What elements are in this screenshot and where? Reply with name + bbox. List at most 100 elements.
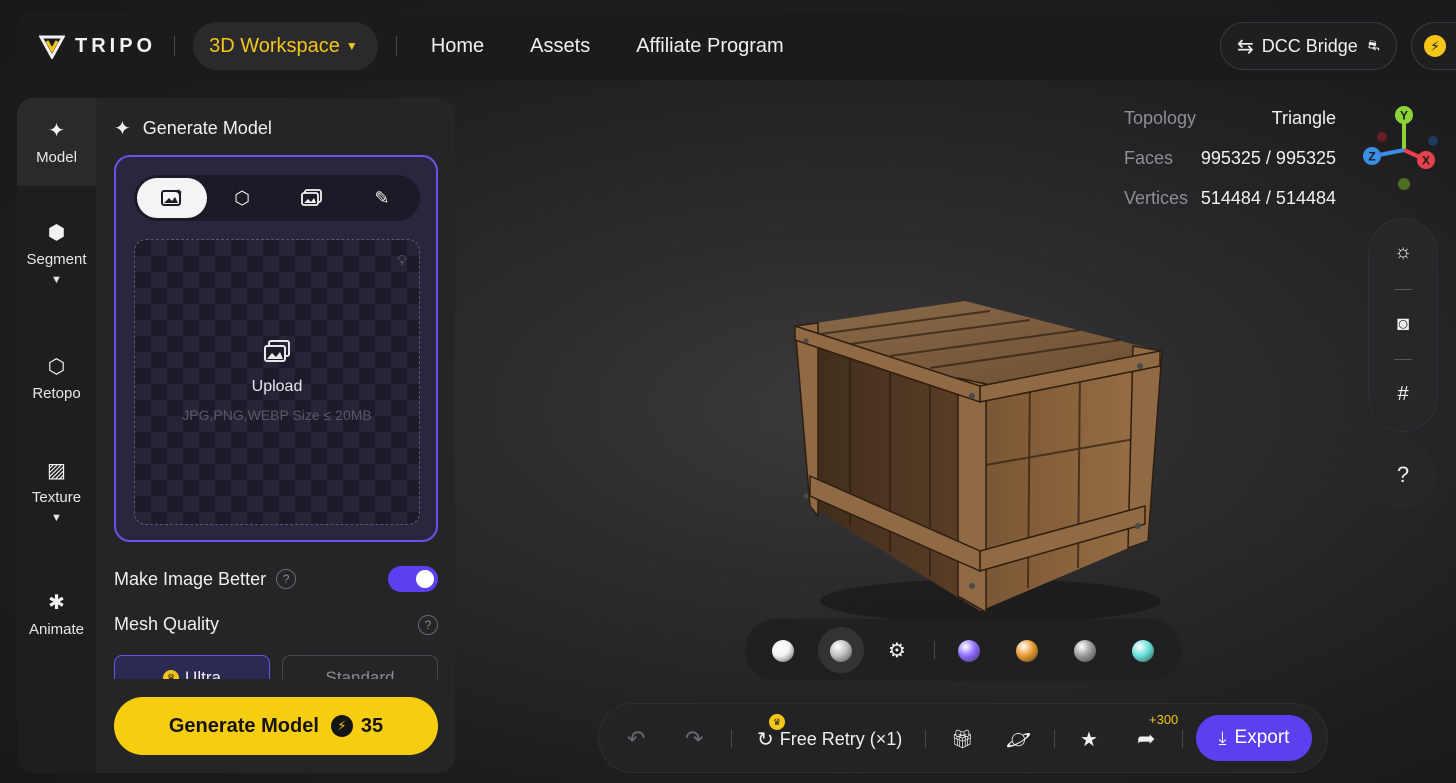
tab-text[interactable]: ✎ [347,178,417,218]
share-arrow-icon: ➦ [1137,726,1156,751]
quality-label: Ultra [185,668,221,679]
make-better-toggle[interactable] [388,566,438,592]
axis-gizmo[interactable]: Y X Z [1360,104,1440,194]
viewport-tools: ☼ ◙ # [1369,219,1437,431]
material-settings-sliders-icon[interactable]: ⚙︎ [888,638,906,663]
upload-label: Upload [251,378,303,395]
quality-options: ♛ Ultra Standard [114,655,438,679]
upload-dropzone[interactable]: 💡︎ Upload JPG,PNG,WEBP Size ≤ 20MB [134,239,420,525]
dcc-bridge-button[interactable]: ⇆ DCC Bridge ⛐ [1220,22,1397,70]
images-icon [301,189,322,206]
export-label: Export [1234,727,1290,748]
dcc-bridge-label: DCC Bridge [1261,35,1358,56]
sparkles-icon: ✦ [48,120,65,142]
mesh-icon: ⬡ [47,356,66,378]
divider [1394,289,1412,290]
workspace-label: 3D Workspace [209,34,340,57]
rail-item-label: Model [36,149,77,166]
tab-batch-images[interactable] [277,178,347,218]
material-roughness-ball[interactable] [1074,640,1096,662]
material-metal-ball[interactable] [830,640,852,662]
logo-text: TRIPO [75,34,157,57]
redo-button[interactable]: ↷ [685,704,703,774]
credits-button[interactable]: ⚡ [1411,22,1456,70]
camera-rotate-icon: ◙ [1396,313,1410,335]
undo-button[interactable]: ↶ [627,704,645,774]
lightbulb-icon[interactable]: 💡︎ [397,252,407,269]
stat-faces: Faces 995325 / 995325 [1124,138,1336,178]
share-bonus-badge: +300 [1149,712,1179,727]
quality-ultra-button[interactable]: ♛ Ultra [114,655,270,679]
stat-label: Topology [1124,107,1197,128]
divider [395,36,397,56]
wooden-crate-model[interactable] [790,296,1170,622]
stat-label: Vertices [1124,187,1189,208]
planet-icon: 🪐︎ [1006,728,1032,751]
neg-y-handle[interactable] [1398,178,1410,190]
grid-icon: # [1397,383,1409,405]
cube-icon: ⬢ [47,222,66,244]
upload-image-icon [135,340,419,371]
material-base-color-ball[interactable] [1016,640,1038,662]
favorite-button[interactable]: ★ [1080,704,1098,774]
rail-item-label: Retopo [32,385,81,402]
rail-item-animate[interactable]: ✱ Animate [17,590,96,638]
make-better-label: Make Image Better [114,568,267,589]
nav-assets[interactable]: Assets [530,35,590,58]
stat-value: 514484 / 514484 [1200,187,1336,208]
help-icon[interactable]: ? [276,569,297,589]
grid-toggle-button[interactable]: # [1369,383,1437,406]
z-axis-label: Z [1368,150,1375,164]
camera-reset-button[interactable]: ◙ [1369,313,1437,336]
action-bar: ↶ ↷ ♛ ↻ Free Retry (×1) 🎁︎ 🪐︎ ★ ➦ +300 ⤓… [598,703,1328,773]
star-icon: ★ [1080,728,1098,751]
x-axis-label: X [1422,154,1430,168]
pencil-icon: ✎ [374,187,390,208]
tab-multiview[interactable]: ⬡ [207,178,277,218]
neg-x-handle[interactable] [1377,132,1387,142]
download-icon: ⤓ [1218,727,1227,748]
toggle-knob [416,570,434,588]
free-retry-button[interactable]: ↻ Free Retry (×1) [757,704,902,774]
help-icon[interactable]: ? [418,614,438,635]
generate-panel: ✦ Generate Model ⬡ ✎ 💡︎ Upload JPG,PNG,W… [96,98,455,773]
retry-icon: ↻ [757,728,774,751]
rail-item-retopo[interactable]: ⬡ Retopo [17,354,96,402]
material-normal-ball[interactable] [958,640,980,662]
workspace-dropdown[interactable]: 3D Workspace ▼ [193,22,378,70]
generate-model-button[interactable]: Generate Model ⚡ 35 [114,697,438,755]
material-wireframe-ball[interactable] [1132,640,1154,662]
stat-value: 995325 / 995325 [1200,147,1336,168]
rail-item-texture[interactable]: ▨ Texture ▼ [17,458,96,524]
lighting-button[interactable]: ☼ [1369,241,1437,264]
neg-z-handle[interactable] [1428,136,1438,146]
top-bar: TRIPO 3D Workspace ▼ Home Assets Affilia… [17,12,1456,80]
image-icon [161,189,182,206]
gift-button[interactable]: 🎁︎ [951,704,974,774]
divider [1054,730,1055,748]
rail-item-segment[interactable]: ⬢ Segment ▼ [17,220,96,286]
help-label: ? [1396,462,1410,487]
rail-item-label: Animate [28,621,85,638]
help-button[interactable]: ? [1369,441,1437,509]
rail-item-label: Texture [31,489,82,506]
cube-outline-icon: ⬡ [234,187,250,208]
quality-label: Standard [325,668,395,679]
input-mode-tabs: ⬡ ✎ [134,175,420,221]
nav-affiliate[interactable]: Affiliate Program [636,35,783,58]
tool-rail: ✦ Model ⬢ Segment ▼ ⬡ Retopo ▨ Texture ▼… [17,98,96,773]
stat-vertices: Vertices 514484 / 514484 [1124,178,1336,218]
nav-home[interactable]: Home [431,35,484,58]
export-button[interactable]: ⤓ Export [1196,715,1312,761]
showcase-button[interactable]: 🪐︎ [1006,704,1031,774]
divider [174,36,176,56]
tripo-logo[interactable]: TRIPO [39,33,156,59]
tripo-logo-icon [39,35,65,59]
material-clay-ball[interactable] [772,640,794,662]
tab-image[interactable] [137,178,207,218]
quality-standard-button[interactable]: Standard [282,655,438,679]
rail-item-model[interactable]: ✦ Model [17,98,96,186]
redo-icon: ↷ [685,726,704,751]
caret-down-icon: ▼ [345,39,358,53]
sun-icon: ☼ [1393,241,1413,263]
